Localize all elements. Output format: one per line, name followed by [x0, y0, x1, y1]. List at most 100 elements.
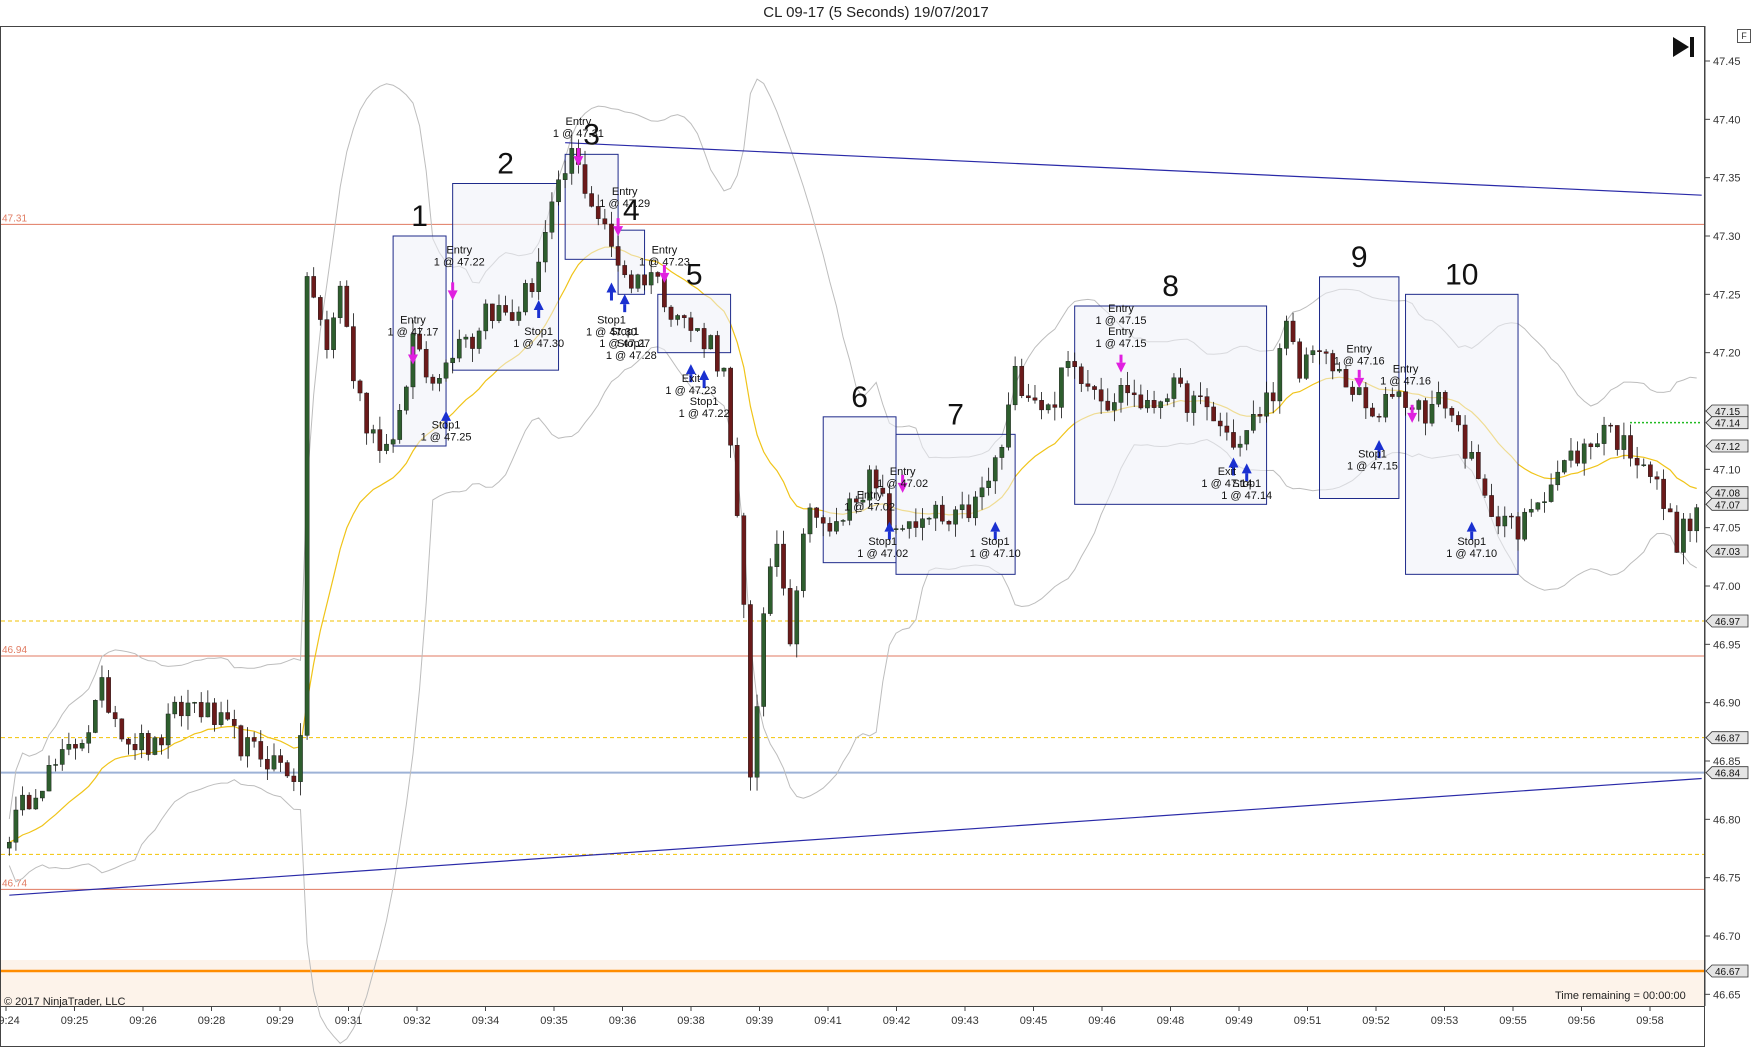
- price-bar: [1098, 389, 1104, 402]
- price-bar: [1178, 377, 1183, 384]
- panel-toggle-button[interactable]: F: [1737, 29, 1751, 43]
- x-tick-label: 09:43: [951, 1015, 979, 1027]
- x-tick-label: 09:24: [0, 1015, 20, 1027]
- price-bar: [139, 733, 144, 751]
- price-bar: [992, 457, 998, 482]
- entry-arrow-stem: [1119, 354, 1123, 363]
- price-bar: [198, 702, 204, 718]
- price-bar: [1317, 350, 1322, 352]
- price-bar: [397, 410, 403, 440]
- x-tick-label: 09:42: [883, 1015, 911, 1027]
- price-tag-label: 46.84: [1715, 769, 1740, 780]
- price-chart[interactable]: 47.3146.9446.74 12345678910 Entry1 @ 47.…: [0, 0, 1752, 1054]
- trade-box: [1074, 305, 1268, 505]
- price-bar: [73, 744, 78, 749]
- price-bar: [443, 362, 449, 379]
- price-bar: [357, 380, 363, 394]
- exit-arrow-stem: [609, 292, 613, 301]
- price-bar: [265, 758, 270, 770]
- price-bar: [1608, 424, 1613, 427]
- x-tick-label: 09:25: [61, 1015, 89, 1027]
- price-bar: [1138, 394, 1144, 409]
- price-bar: [1072, 361, 1077, 368]
- execution-label: Stop1: [617, 338, 646, 350]
- price-bar: [1211, 406, 1216, 422]
- price-bar: [1356, 387, 1362, 395]
- price-bar: [523, 283, 528, 313]
- price-bar: [562, 173, 568, 180]
- price-bar: [1363, 387, 1369, 409]
- price-bar: [1026, 395, 1031, 399]
- price-bar: [1277, 348, 1283, 402]
- price-bar: [754, 706, 760, 778]
- execution-label: 1 @ 47.22: [679, 408, 730, 420]
- price-bar: [212, 702, 217, 725]
- price-bar: [906, 521, 912, 529]
- price-bar: [40, 790, 45, 799]
- execution-label: Entry: [1108, 303, 1134, 315]
- execution-label: 1 @ 47.02: [877, 478, 928, 490]
- exit-arrow-stem: [623, 304, 627, 313]
- execution-label: Exit: [682, 373, 700, 385]
- price-bar: [1145, 400, 1150, 409]
- trade-box-number: 8: [1162, 270, 1179, 303]
- price-bar: [681, 315, 687, 318]
- price-bar: [801, 533, 806, 591]
- price-bar: [1105, 400, 1111, 411]
- price-bar: [1416, 400, 1422, 410]
- price-tag-label: 46.97: [1715, 617, 1740, 628]
- price-bar: [132, 744, 138, 751]
- y-tick-label: 47.40: [1713, 114, 1741, 126]
- price-bar: [13, 809, 19, 843]
- price-bar: [364, 392, 369, 434]
- price-bar: [26, 794, 32, 810]
- price-bar: [119, 718, 125, 740]
- execution-label: 1 @ 47.22: [434, 257, 485, 269]
- price-bar: [668, 306, 674, 320]
- price-bar: [734, 444, 740, 516]
- price-axis: 46.65 46.70 46.75 46.80 46.85 46.90 46.95 47.00…: [1705, 56, 1741, 1001]
- execution-label: 1 @ 47.02: [844, 502, 895, 514]
- price-bar: [476, 330, 482, 349]
- price-bar: [106, 677, 111, 713]
- price-bar: [1310, 350, 1316, 356]
- price-bar: [1019, 365, 1025, 396]
- price-bar: [549, 201, 555, 233]
- price-bar: [1158, 401, 1164, 408]
- price-tag-label: 47.03: [1715, 547, 1740, 558]
- price-bar: [179, 701, 184, 717]
- price-bar: [470, 336, 475, 349]
- price-bar: [1184, 383, 1190, 413]
- entry-arrow-stem: [616, 218, 620, 227]
- price-bar: [569, 148, 575, 174]
- execution-label: Entry: [1393, 364, 1419, 376]
- x-tick-label: 09:58: [1636, 1015, 1664, 1027]
- execution-label: 1 @ 47.30: [513, 338, 564, 350]
- execution-label: Entry: [446, 245, 472, 257]
- x-tick-label: 09:48: [1157, 1015, 1185, 1027]
- trade-box-number: 10: [1445, 258, 1478, 291]
- price-bar: [986, 480, 991, 488]
- x-tick-label: 09:45: [1020, 1015, 1048, 1027]
- y-tick-label: 46.90: [1713, 698, 1741, 710]
- price-bar: [225, 712, 230, 720]
- price-bar: [1515, 516, 1521, 540]
- price-bar: [1131, 392, 1137, 396]
- price-bar: [1641, 464, 1647, 466]
- price-bar: [1628, 435, 1633, 459]
- price-bar: [1376, 416, 1382, 418]
- price-bar: [615, 246, 621, 266]
- execution-label: Entry: [1346, 344, 1372, 356]
- price-bar: [966, 504, 972, 519]
- price-bar: [490, 303, 495, 321]
- price-bar: [1634, 458, 1640, 466]
- execution-label: 1 @ 47.16: [1334, 356, 1385, 368]
- price-bar: [463, 336, 469, 340]
- execution-label: Entry: [890, 466, 916, 478]
- price-bar: [1224, 425, 1230, 433]
- x-tick-label: 09:55: [1499, 1015, 1527, 1027]
- level-label: 47.31: [2, 213, 27, 224]
- price-bar: [827, 523, 833, 532]
- execution-label: Stop1: [1457, 536, 1486, 548]
- price-bar: [1568, 450, 1574, 461]
